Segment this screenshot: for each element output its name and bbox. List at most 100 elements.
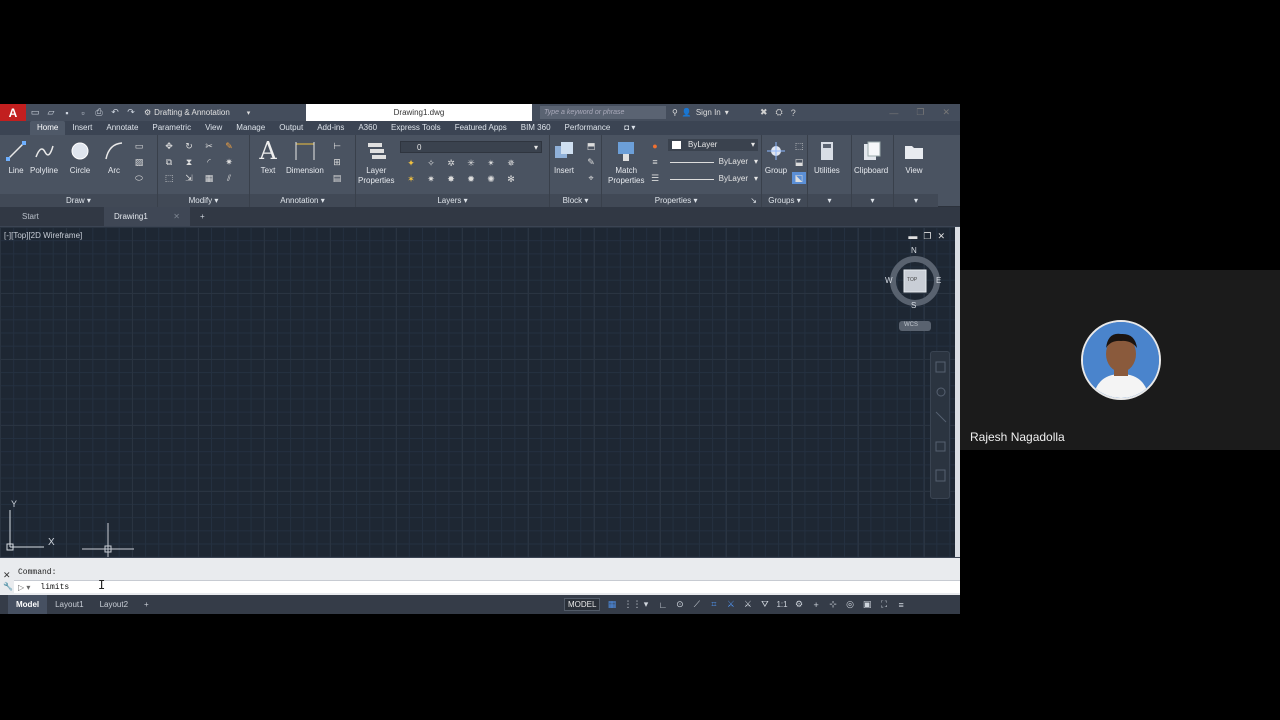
navigation-bar[interactable] [930,351,950,499]
layer-unlock-icon[interactable]: ✻ [504,173,518,185]
compass-south[interactable]: S [911,301,916,310]
ribbon-options-icon[interactable]: ◘ ▾ [617,121,642,135]
layer-walk-icon[interactable]: ✶ [404,173,418,185]
tab-add-ins[interactable]: Add-ins [310,121,351,135]
ellipse-icon[interactable]: ⬭ [132,172,146,184]
minimize-viewport-icon[interactable]: ▬ [908,231,917,242]
isodraft-icon[interactable]: ⟋ [691,599,702,610]
isolate-objects-icon[interactable]: ◎ [845,599,856,610]
autocad-a-icon[interactable]: A [0,104,26,121]
layers-panel-title[interactable]: Layers ▾ [356,194,549,207]
search-input[interactable]: Type a keyword or phrase [540,106,666,119]
group-edit-icon[interactable]: ⬓ [792,156,806,168]
wrench-icon[interactable]: 🔧 [3,582,13,591]
drawing1-tab[interactable]: Drawing1 ✕ [104,207,190,226]
dialog-launcher-icon[interactable]: ↘ [750,194,757,207]
match-properties-tool[interactable]: Match Properties [608,139,644,186]
customize-menu-icon[interactable]: ≡ [896,600,907,610]
mirror-icon[interactable]: ⧗ [182,156,196,168]
utilities-tool[interactable]: Utilities [814,139,840,176]
exchange-icon[interactable]: ✖ [760,107,768,118]
scale-icon[interactable]: ⇲ [182,172,196,184]
rotate-icon[interactable]: ↻ [182,140,196,152]
layout-tab-layout1[interactable]: Layout1 [47,595,91,614]
group-tool[interactable]: Group [764,139,788,176]
print-icon[interactable]: ⎙ [92,106,106,120]
viewport-controls-label[interactable]: [-][Top][2D Wireframe] [4,231,82,240]
layer-dropdown[interactable]: 0 ▾ [400,141,542,153]
viewcube-top-face[interactable]: TOP [907,277,917,283]
annotation-scale-icon[interactable]: ⛛ [759,599,770,610]
clipboard-tool[interactable]: Clipboard [854,139,888,176]
chevron-down-icon[interactable]: ▾ [640,599,651,610]
circle-tool[interactable]: Circle [68,139,92,176]
groups-panel-title[interactable]: Groups ▾ [762,194,807,207]
layer-previous-icon[interactable]: ✵ [504,157,518,169]
view-tool[interactable]: View [902,139,926,176]
annotation-visibility-icon[interactable]: ⚔ [725,599,736,610]
utilities-panel-title[interactable]: ▾ [808,194,851,207]
start-tab[interactable]: Start [0,207,90,226]
command-prompt-icon[interactable]: ▷ ▾ [18,583,30,592]
tab-a360[interactable]: A360 [351,121,384,135]
layout-tab-layout2[interactable]: Layout2 [92,595,136,614]
line-tool[interactable]: Line [4,139,28,176]
text-tool[interactable]: A Text [256,139,280,176]
layer-freeze-icon[interactable]: ✲ [444,157,458,169]
restore-icon[interactable]: ❐ [916,107,924,118]
wcs-menu[interactable]: WCS [904,322,918,328]
new-tab-button[interactable]: + [190,207,215,226]
sign-in-button[interactable]: ⚲ 👤 Sign In ▾ [672,104,729,121]
offset-icon[interactable]: ⫽ [222,172,236,184]
color-wheel-icon[interactable]: ● [648,140,662,152]
hatch-icon[interactable]: ▨ [132,156,146,168]
block-panel-title[interactable]: Block ▾ [550,194,601,207]
linetype-dropdown[interactable]: ByLayer ▾ [668,156,758,168]
clipboard-panel-title[interactable]: ▾ [852,194,893,207]
close-icon[interactable]: ✕ [3,570,11,581]
command-input[interactable] [40,582,341,592]
osnap-icon[interactable]: ⌗ [708,599,719,610]
close-tab-icon[interactable]: ✕ [173,207,180,226]
minimize-icon[interactable]: — [889,108,898,118]
compass-west[interactable]: W [885,276,893,285]
tab-featured-apps[interactable]: Featured Apps [448,121,514,135]
tab-bim-360[interactable]: BIM 360 [514,121,558,135]
tab-view[interactable]: View [198,121,229,135]
layout-tab-model[interactable]: Model [8,595,48,614]
tab-parametric[interactable]: Parametric [145,121,198,135]
layer-thaw-icon[interactable]: ✺ [484,173,498,185]
lineweight-dropdown[interactable]: ByLayer ▾ [668,173,758,185]
group-select-icon[interactable]: ⬕ [792,172,806,184]
tab-express-tools[interactable]: Express Tools [384,121,448,135]
attribute-icon[interactable]: ⌖ [584,172,598,184]
open-file-icon[interactable]: ▱ [44,106,58,120]
tab-output[interactable]: Output [272,121,310,135]
layer-unisolate-icon[interactable]: ✹ [464,173,478,185]
layer-properties-tool[interactable]: Layer Properties [358,139,394,186]
trim-icon[interactable]: ✂ [202,140,216,152]
copy-icon[interactable]: ⧉ [162,156,176,168]
tab-insert[interactable]: Insert [65,121,99,135]
new-file-icon[interactable]: ▭ [28,106,42,120]
restore-viewport-icon[interactable]: ❐ [923,231,931,242]
move-icon[interactable]: ✥ [162,140,176,152]
save-icon[interactable]: ▪ [60,106,74,120]
tab-annotate[interactable]: Annotate [99,121,145,135]
a360-icon[interactable]: ⛭ [776,107,783,118]
scale-value[interactable]: 1:1 [776,600,787,609]
clean-screen-icon[interactable]: ⛶ [879,599,890,610]
dimension-tool[interactable]: Dimension [286,139,324,176]
annotation-autoscale-icon[interactable]: ⚔ [742,599,753,610]
add-icon[interactable]: + [811,600,822,610]
explode-icon[interactable]: ✷ [222,156,236,168]
color-dropdown[interactable]: ByLayer ▾ [668,139,758,151]
viewcube[interactable]: N S E W TOP WCS [884,246,944,339]
workspace-gear-icon[interactable]: ⚙ [794,599,805,610]
lineweight-icon[interactable]: ≡ [648,156,662,168]
undo-icon[interactable]: ↶ [108,106,122,120]
compass-east[interactable]: E [936,276,941,285]
stretch-icon[interactable]: ⬚ [162,172,176,184]
snap-icon[interactable]: ⋮⋮ [623,599,641,610]
create-block-icon[interactable]: ⬒ [584,140,598,152]
